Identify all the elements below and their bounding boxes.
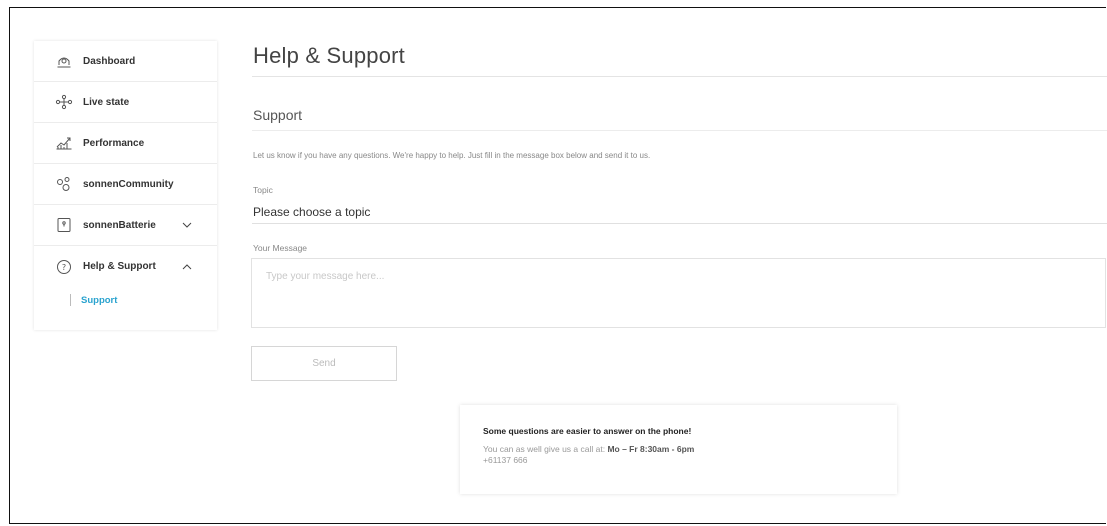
sidebar-item-label: Help & Support — [83, 261, 156, 272]
topic-select[interactable]: Please choose a topic — [252, 200, 1107, 224]
performance-chart-icon — [54, 133, 74, 153]
battery-icon — [54, 215, 74, 235]
sidebar-item-label: Dashboard — [83, 55, 136, 67]
page-title: Help & Support — [253, 43, 405, 68]
sidebar-nav: Dashboard Live state Performance sonnenC… — [34, 41, 217, 330]
send-button[interactable]: Send — [251, 346, 397, 381]
help-icon: ? — [54, 257, 74, 277]
phone-number: +61137 666 — [483, 455, 528, 465]
sidebar-item-sonnenbatterie[interactable]: sonnenBatterie — [34, 205, 217, 246]
sidebar-item-label: Live state — [83, 96, 130, 108]
sidebar-item-performance[interactable]: Performance — [34, 123, 217, 164]
intro-text: Let us know if you have any questions. W… — [253, 151, 651, 160]
sidebar-item-live-state[interactable]: Live state — [34, 82, 217, 123]
svg-text:?: ? — [62, 263, 66, 272]
sidebar-item-label: Performance — [83, 137, 145, 149]
divider — [252, 130, 1107, 131]
dashboard-icon — [54, 51, 74, 71]
chevron-up-icon[interactable] — [181, 261, 193, 273]
topic-selected-value: Please choose a topic — [253, 204, 371, 219]
community-icon — [54, 174, 74, 194]
phone-hours: Mo – Fr 8:30am - 6pm — [607, 444, 695, 454]
sidebar-item-dashboard[interactable]: Dashboard — [34, 41, 217, 82]
phone-card-header: Some questions are easier to answer on t… — [483, 426, 692, 436]
sidebar-item-sonnencommunity[interactable]: sonnenCommunity — [34, 164, 217, 205]
message-label: Your Message — [253, 243, 308, 253]
chevron-down-icon[interactable] — [181, 219, 193, 231]
message-textarea[interactable] — [251, 258, 1106, 328]
active-indicator — [70, 294, 71, 306]
topic-label: Topic — [253, 185, 273, 195]
section-title: Support — [253, 107, 303, 123]
sidebar-item-label: sonnenCommunity — [83, 178, 174, 190]
phone-card-prefix: You can as well give us a call at: — [483, 444, 608, 454]
live-state-icon — [54, 92, 74, 112]
divider — [252, 76, 1107, 77]
sidebar-item-help-support[interactable]: ? Help & Support — [34, 246, 217, 287]
sidebar-item-label: sonnenBatterie — [83, 219, 156, 231]
sidebar-subitem-label: Support — [81, 294, 118, 306]
phone-card-hours-line: You can as well give us a call at: Mo – … — [483, 444, 897, 455]
sidebar-subitem-support[interactable]: Support — [34, 287, 217, 313]
phone-info-card: Some questions are easier to answer on t… — [460, 405, 897, 494]
